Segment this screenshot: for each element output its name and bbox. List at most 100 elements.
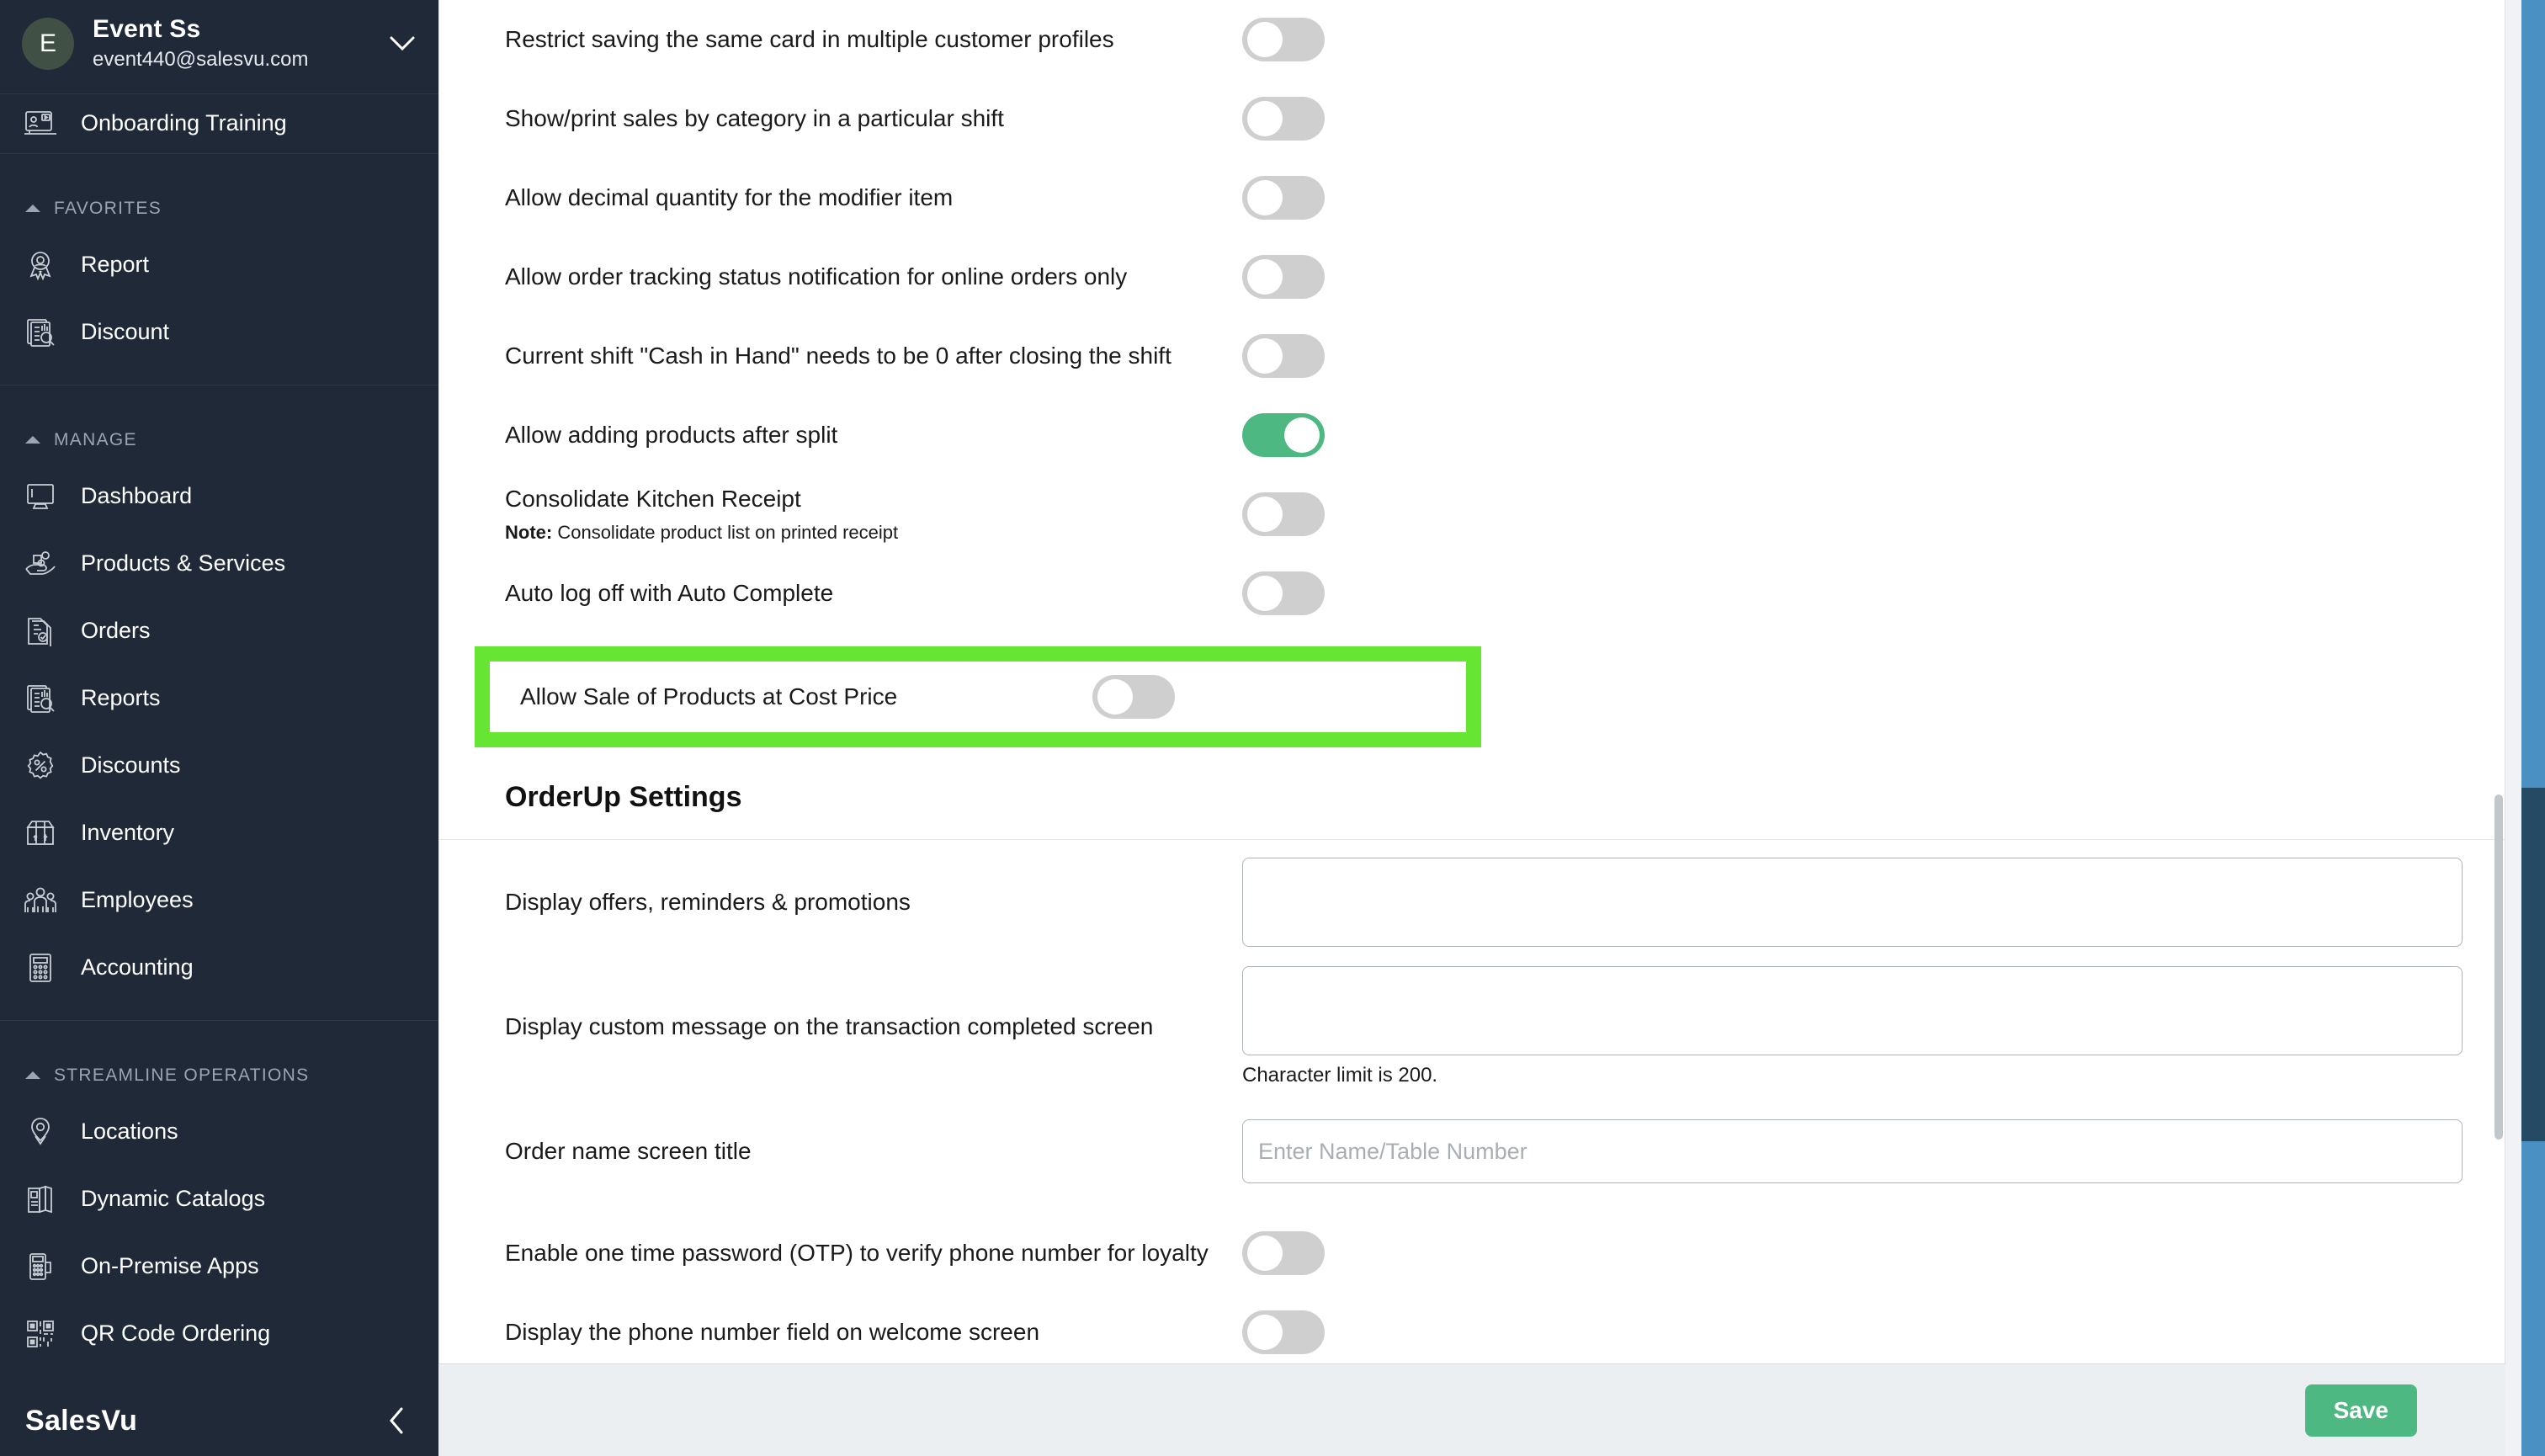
- toggle-order-tracking-notification[interactable]: [1242, 254, 1325, 299]
- setting-label-text: Consolidate Kitchen Receipt: [505, 485, 801, 512]
- setting-control: [1242, 1230, 2463, 1275]
- sidebar-item-dashboard[interactable]: Dashboard: [0, 463, 438, 530]
- sidebar-section-label: STREAMLINE OPERATIONS: [54, 1065, 310, 1085]
- toggle-allow-adding-products-after-split[interactable]: [1242, 412, 1325, 457]
- sidebar-item-orders[interactable]: Orders: [0, 598, 438, 665]
- sidebar-group-manage: MANAGE Dashboard Products & Services Ord…: [0, 385, 438, 1021]
- calculator-icon: [22, 949, 59, 986]
- setting-control: [1242, 175, 2463, 220]
- toggle-allow-sale-at-cost-price[interactable]: [1092, 675, 1175, 719]
- setting-control: [1242, 17, 2463, 61]
- sidebar-item-label: Products & Services: [81, 550, 286, 577]
- field-label: Display custom message on the transactio…: [505, 1013, 1154, 1039]
- setting-row-cash-in-hand-zero: Current shift "Cash in Hand" needs to be…: [439, 316, 2505, 396]
- field-wrap: [1242, 1119, 2463, 1183]
- sidebar-section-manage[interactable]: MANAGE: [0, 417, 438, 463]
- toggle-knob: [1247, 496, 1283, 532]
- sidebar-footer: SalesVu: [0, 1385, 438, 1456]
- toggle-consolidate-kitchen-receipt[interactable]: [1242, 492, 1325, 536]
- sidebar-group-streamline-operations: STREAMLINE OPERATIONS Locations Dynamic …: [0, 1021, 438, 1386]
- settings-card: Restrict saving the same card in multipl…: [438, 0, 2505, 1363]
- sidebar-item-onboarding-training[interactable]: Onboarding Training: [0, 94, 438, 154]
- qr-code-icon: [22, 1315, 59, 1352]
- sidebar-item-reports[interactable]: Reports: [0, 665, 438, 732]
- toggle-knob: [1247, 21, 1283, 57]
- setting-row-allow-decimal-quantity: Allow decimal quantity for the modifier …: [439, 158, 2505, 237]
- sidebar-item-discount[interactable]: Discount: [0, 299, 438, 366]
- setting-row-consolidate-kitchen-receipt: Consolidate Kitchen Receipt Note: Consol…: [439, 475, 2505, 554]
- page-scrollbar-thumb[interactable]: [2521, 788, 2545, 1141]
- custom-message-textarea[interactable]: [1242, 966, 2463, 1055]
- sidebar-item-report[interactable]: Report: [0, 231, 438, 299]
- sidebar-item-label: Discount: [81, 319, 170, 345]
- field-row-display-offers: Display offers, reminders & promotions: [439, 840, 2505, 964]
- sidebar-item-accounting[interactable]: Accounting: [0, 934, 438, 1002]
- sidebar: E Event Ss event440@salesvu.com Onboardi…: [0, 0, 438, 1456]
- toggle-cash-in-hand-zero[interactable]: [1242, 333, 1325, 378]
- toggle-allow-decimal-quantity[interactable]: [1242, 175, 1325, 220]
- card-scrollbar-thumb[interactable]: [2495, 794, 2503, 1140]
- setting-row-allow-sale-at-cost-price: Allow Sale of Products at Cost Price: [490, 662, 1466, 732]
- settings-rows: Restrict saving the same card in multipl…: [439, 0, 2505, 1363]
- toggle-knob: [1247, 100, 1283, 136]
- toggle-knob: [1097, 679, 1133, 715]
- toggle-knob: [1284, 417, 1320, 453]
- toggle-show-print-sales-by-category[interactable]: [1242, 96, 1325, 141]
- inventory-box-icon: [22, 815, 59, 852]
- caret-up-icon: [25, 1071, 40, 1080]
- setting-control: [1242, 96, 2463, 141]
- toggle-restrict-saving-card[interactable]: [1242, 17, 1325, 61]
- caret-up-icon: [25, 436, 40, 444]
- chevron-left-icon[interactable]: [380, 1404, 413, 1437]
- field-wrap: Character limit is 200.: [1242, 966, 2463, 1087]
- save-button[interactable]: Save: [2304, 1384, 2417, 1437]
- avatar: E: [22, 17, 74, 70]
- setting-row-allow-adding-products-after-split: Allow adding products after split: [439, 396, 2505, 475]
- award-report-icon: [22, 247, 59, 284]
- sidebar-section-label: MANAGE: [54, 429, 137, 449]
- sidebar-section-streamline-operations[interactable]: STREAMLINE OPERATIONS: [0, 1053, 438, 1098]
- setting-control: [1242, 1310, 2463, 1354]
- toggle-display-phone-number-field[interactable]: [1242, 1310, 1325, 1354]
- brand-logo: SalesVu: [25, 1404, 138, 1437]
- sidebar-item-inventory[interactable]: Inventory: [0, 800, 438, 867]
- display-offers-textarea[interactable]: [1242, 858, 2463, 947]
- setting-control: [1242, 571, 2463, 615]
- employees-group-icon: [22, 882, 59, 919]
- card-scrollbar[interactable]: [2493, 0, 2505, 1363]
- sidebar-item-qr-code-ordering[interactable]: QR Code Ordering: [0, 1300, 438, 1368]
- main-content: Restrict saving the same card in multipl…: [438, 0, 2545, 1456]
- highlight-annotation: Allow Sale of Products at Cost Price: [475, 646, 1481, 747]
- map-pin-icon: [22, 1113, 59, 1150]
- sidebar-item-dynamic-catalogs[interactable]: Dynamic Catalogs: [0, 1166, 438, 1233]
- toggle-enable-otp[interactable]: [1242, 1230, 1325, 1275]
- sidebar-item-label: Accounting: [81, 954, 194, 980]
- setting-label: Auto log off with Auto Complete: [505, 579, 834, 606]
- products-hand-icon: [22, 545, 59, 582]
- setting-row-order-tracking-notification: Allow order tracking status notification…: [439, 237, 2505, 316]
- setting-label: Allow decimal quantity for the modifier …: [505, 183, 954, 210]
- setting-control: [1242, 412, 2463, 457]
- sidebar-item-label: Dynamic Catalogs: [81, 1186, 266, 1212]
- setting-label: Display the phone number field on welcom…: [505, 1318, 1040, 1345]
- toggle-auto-log-off[interactable]: [1242, 571, 1325, 615]
- toggle-knob: [1247, 179, 1283, 215]
- caret-up-icon: [25, 205, 40, 213]
- sidebar-item-label: Onboarding Training: [81, 110, 287, 136]
- order-name-screen-title-input[interactable]: [1242, 1119, 2463, 1183]
- field-wrap: [1242, 858, 2463, 947]
- sidebar-item-label: QR Code Ordering: [81, 1320, 271, 1347]
- chevron-down-icon[interactable]: [388, 29, 417, 58]
- account-text: Event Ss event440@salesvu.com: [93, 15, 369, 72]
- toggle-knob: [1247, 337, 1283, 374]
- character-limit-hint: Character limit is 200.: [1242, 1064, 1438, 1087]
- sidebar-item-employees[interactable]: Employees: [0, 867, 438, 934]
- page-scrollbar[interactable]: [2521, 0, 2545, 1456]
- account-switcher[interactable]: E Event Ss event440@salesvu.com: [0, 0, 438, 94]
- sidebar-item-products-services[interactable]: Products & Services: [0, 530, 438, 598]
- sidebar-section-favorites[interactable]: FAVORITES: [0, 186, 438, 231]
- sidebar-item-locations[interactable]: Locations: [0, 1098, 438, 1166]
- sidebar-item-label: Inventory: [81, 820, 175, 846]
- sidebar-item-discounts[interactable]: Discounts: [0, 732, 438, 800]
- sidebar-item-on-premise-apps[interactable]: On-Premise Apps: [0, 1233, 438, 1300]
